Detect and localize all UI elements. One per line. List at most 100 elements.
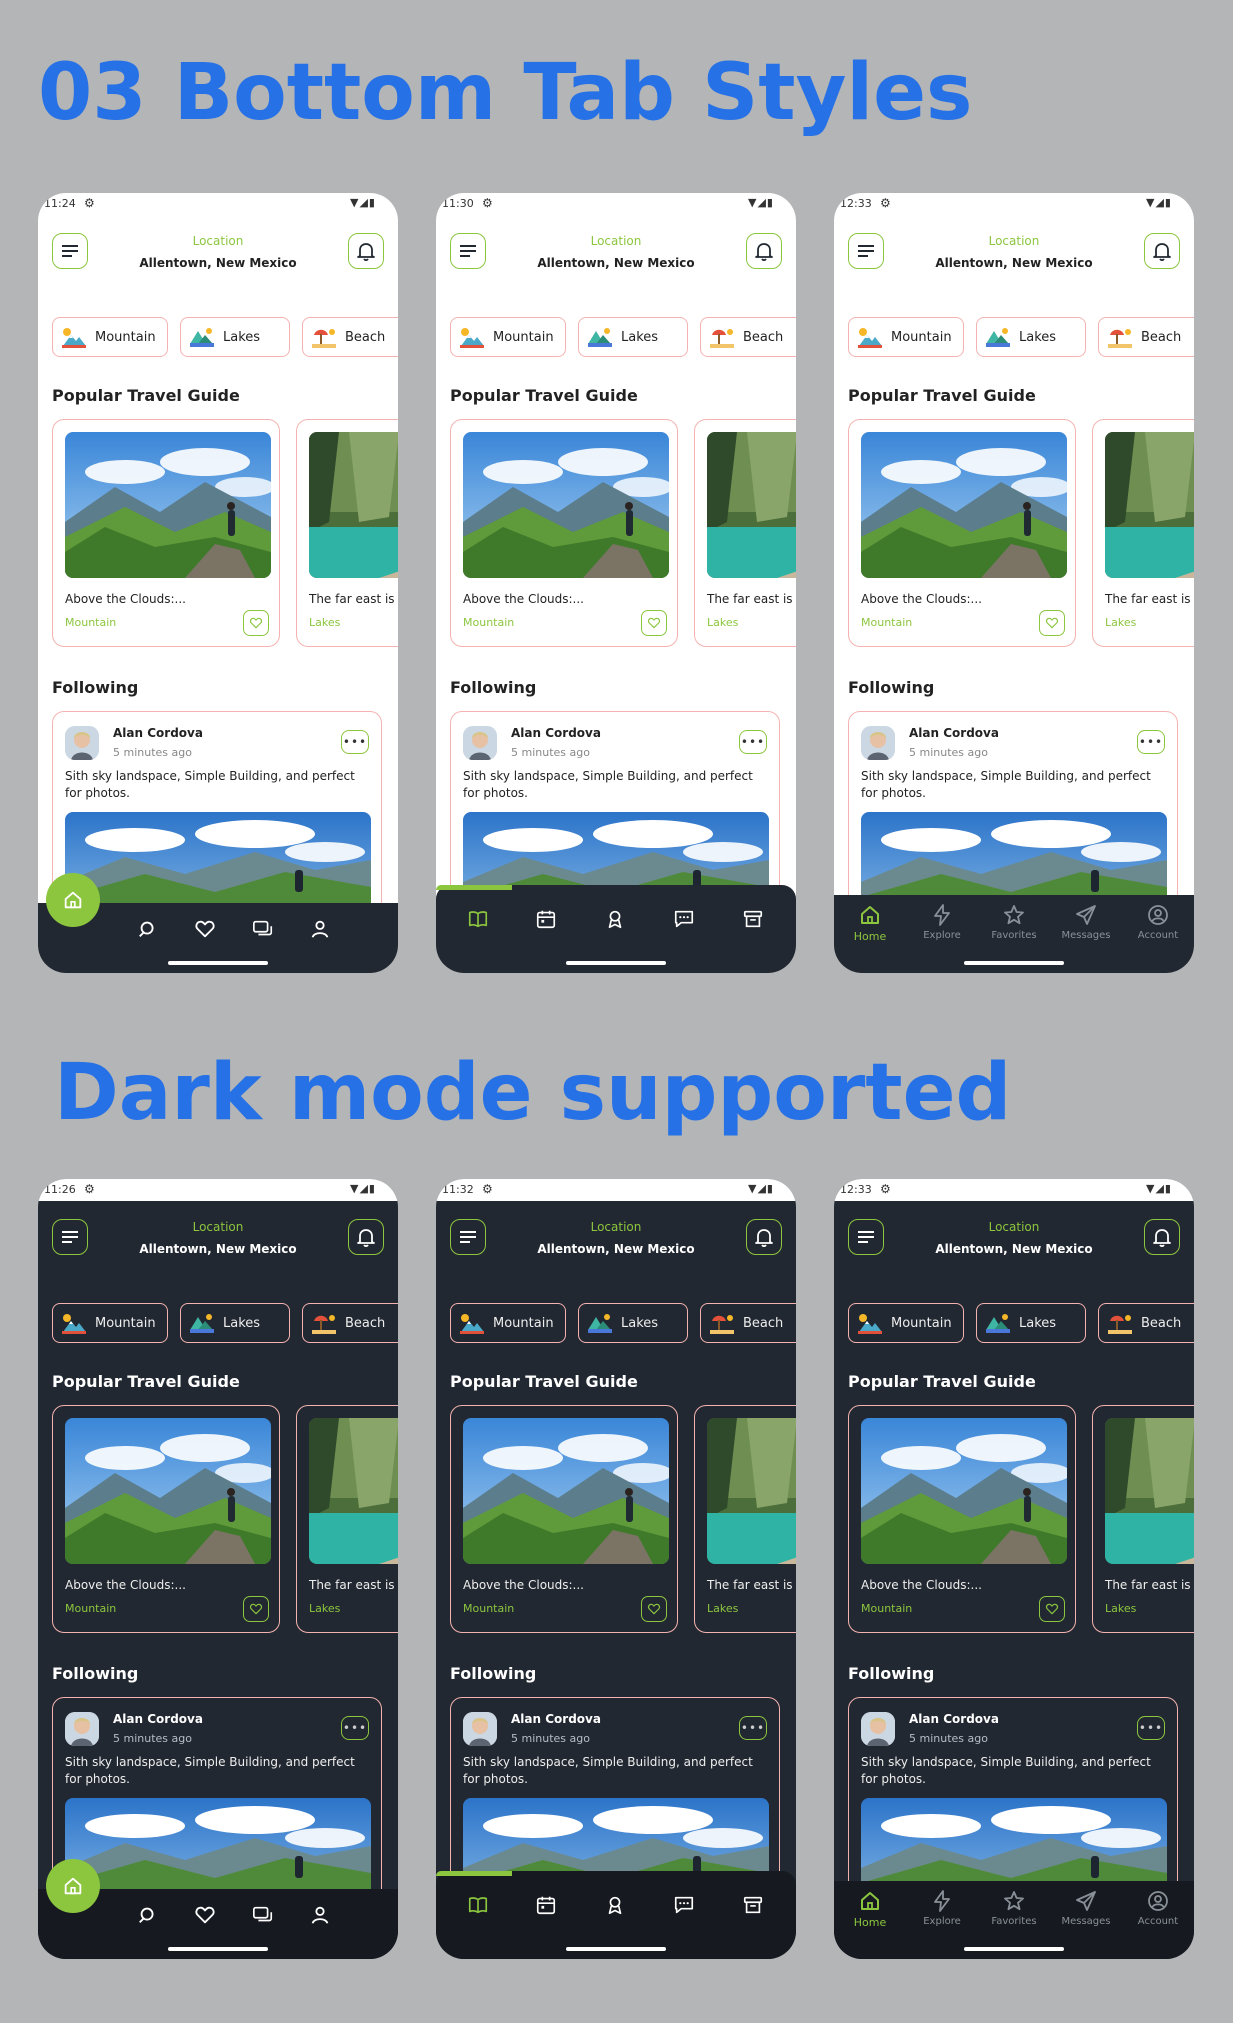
chip-label: Mountain (493, 329, 554, 345)
tab-user[interactable] (306, 915, 334, 943)
tab-explore[interactable]: Explore (906, 899, 978, 945)
chip-beach[interactable]: Beach (302, 1303, 398, 1343)
tab-archive[interactable] (739, 905, 767, 933)
tab-message[interactable] (670, 1891, 698, 1919)
more-options-button[interactable]: ••• (1137, 1716, 1165, 1740)
avatar[interactable] (463, 726, 497, 760)
location-value[interactable]: Allentown, New Mexico (436, 256, 796, 270)
tab-heart[interactable] (191, 915, 219, 943)
avatar[interactable] (65, 1712, 99, 1746)
chip-beach[interactable]: Beach (302, 317, 398, 357)
tab-user[interactable] (306, 1901, 334, 1929)
guide-card[interactable]: The far east is Lakes (694, 1405, 796, 1633)
guide-card[interactable]: Above the Clouds:... Mountain (52, 419, 280, 647)
chip-lakes[interactable]: Lakes (180, 317, 290, 357)
favorite-button[interactable] (243, 610, 269, 636)
guide-card[interactable]: Above the Clouds:... Mountain (848, 419, 1076, 647)
tab-favorites[interactable]: Favorites (978, 899, 1050, 945)
chip-lakes[interactable]: Lakes (976, 317, 1086, 357)
notification-button[interactable] (348, 1219, 384, 1255)
guide-card[interactable]: The far east is Lakes (1092, 1405, 1194, 1633)
tab-award[interactable] (601, 1891, 629, 1919)
guide-card[interactable]: The far east is Lakes (296, 1405, 398, 1633)
notification-button[interactable] (1144, 1219, 1180, 1255)
tab-calendar[interactable] (532, 1891, 560, 1919)
tab-chat[interactable] (249, 915, 277, 943)
tab-home-fab[interactable] (46, 873, 100, 927)
tab-calendar[interactable] (532, 905, 560, 933)
avatar[interactable] (861, 726, 895, 760)
avatar[interactable] (463, 1712, 497, 1746)
tab-archive[interactable] (739, 1891, 767, 1919)
tab-messages[interactable]: Messages (1050, 1885, 1122, 1931)
guide-carousel: Above the Clouds:... Mountain The far ea… (450, 419, 796, 651)
chip-lakes[interactable]: Lakes (976, 1303, 1086, 1343)
avatar[interactable] (65, 726, 99, 760)
guide-card[interactable]: The far east is Lakes (1092, 419, 1194, 647)
tab-home[interactable]: Home (834, 899, 906, 945)
tab-home-fab[interactable] (46, 1859, 100, 1913)
favorite-button[interactable] (1039, 1596, 1065, 1622)
tab-messages[interactable]: Messages (1050, 899, 1122, 945)
chip-beach[interactable]: Beach (1098, 1303, 1194, 1343)
chip-mountain[interactable]: Mountain (450, 1303, 566, 1343)
tab-chat[interactable] (249, 1901, 277, 1929)
tab-account[interactable]: Account (1122, 1885, 1194, 1931)
post-author[interactable]: Alan Cordova (909, 1712, 999, 1726)
notification-button[interactable] (348, 233, 384, 269)
notification-button[interactable] (1144, 233, 1180, 269)
guide-card[interactable]: The far east is Lakes (694, 419, 796, 647)
chip-beach[interactable]: Beach (700, 1303, 796, 1343)
chip-lakes[interactable]: Lakes (180, 1303, 290, 1343)
guide-card[interactable]: Above the Clouds:... Mountain (848, 1405, 1076, 1633)
notification-button[interactable] (746, 1219, 782, 1255)
post-author[interactable]: Alan Cordova (113, 1712, 203, 1726)
notification-button[interactable] (746, 233, 782, 269)
more-options-button[interactable]: ••• (739, 730, 767, 754)
post-author[interactable]: Alan Cordova (113, 726, 203, 740)
favorite-button[interactable] (1039, 610, 1065, 636)
chip-beach[interactable]: Beach (700, 317, 796, 357)
tab-search[interactable] (134, 1901, 162, 1929)
post-author[interactable]: Alan Cordova (511, 726, 601, 740)
post-author[interactable]: Alan Cordova (511, 1712, 601, 1726)
favorite-button[interactable] (641, 1596, 667, 1622)
location-label: Location (988, 1220, 1040, 1234)
tab-book[interactable] (464, 905, 492, 933)
chip-mountain[interactable]: Mountain (848, 317, 964, 357)
home-icon (861, 906, 879, 924)
location-value[interactable]: Allentown, New Mexico (436, 1242, 796, 1256)
avatar[interactable] (861, 1712, 895, 1746)
tab-account[interactable]: Account (1122, 899, 1194, 945)
tab-explore[interactable]: Explore (906, 1885, 978, 1931)
favorite-button[interactable] (243, 1596, 269, 1622)
location-value[interactable]: Allentown, New Mexico (834, 256, 1194, 270)
chip-lakes[interactable]: Lakes (578, 317, 688, 357)
more-options-button[interactable]: ••• (341, 730, 369, 754)
chip-mountain[interactable]: Mountain (450, 317, 566, 357)
tab-search[interactable] (134, 915, 162, 943)
location-value[interactable]: Allentown, New Mexico (834, 1242, 1194, 1256)
chip-beach[interactable]: Beach (1098, 317, 1194, 357)
tab-home[interactable]: Home (834, 1885, 906, 1931)
favorite-button[interactable] (641, 610, 667, 636)
location-value[interactable]: Allentown, New Mexico (38, 256, 398, 270)
more-options-button[interactable]: ••• (341, 1716, 369, 1740)
tab-award[interactable] (601, 905, 629, 933)
tab-message[interactable] (670, 905, 698, 933)
guide-card[interactable]: Above the Clouds:... Mountain (450, 419, 678, 647)
chip-mountain[interactable]: Mountain (52, 1303, 168, 1343)
chip-mountain[interactable]: Mountain (848, 1303, 964, 1343)
guide-card[interactable]: Above the Clouds:... Mountain (450, 1405, 678, 1633)
post-author[interactable]: Alan Cordova (909, 726, 999, 740)
more-options-button[interactable]: ••• (739, 1716, 767, 1740)
chip-lakes[interactable]: Lakes (578, 1303, 688, 1343)
tab-heart[interactable] (191, 1901, 219, 1929)
location-value[interactable]: Allentown, New Mexico (38, 1242, 398, 1256)
guide-card[interactable]: Above the Clouds:... Mountain (52, 1405, 280, 1633)
guide-card[interactable]: The far east is Lakes (296, 419, 398, 647)
tab-favorites[interactable]: Favorites (978, 1885, 1050, 1931)
tab-book[interactable] (464, 1891, 492, 1919)
more-options-button[interactable]: ••• (1137, 730, 1165, 754)
chip-mountain[interactable]: Mountain (52, 317, 168, 357)
